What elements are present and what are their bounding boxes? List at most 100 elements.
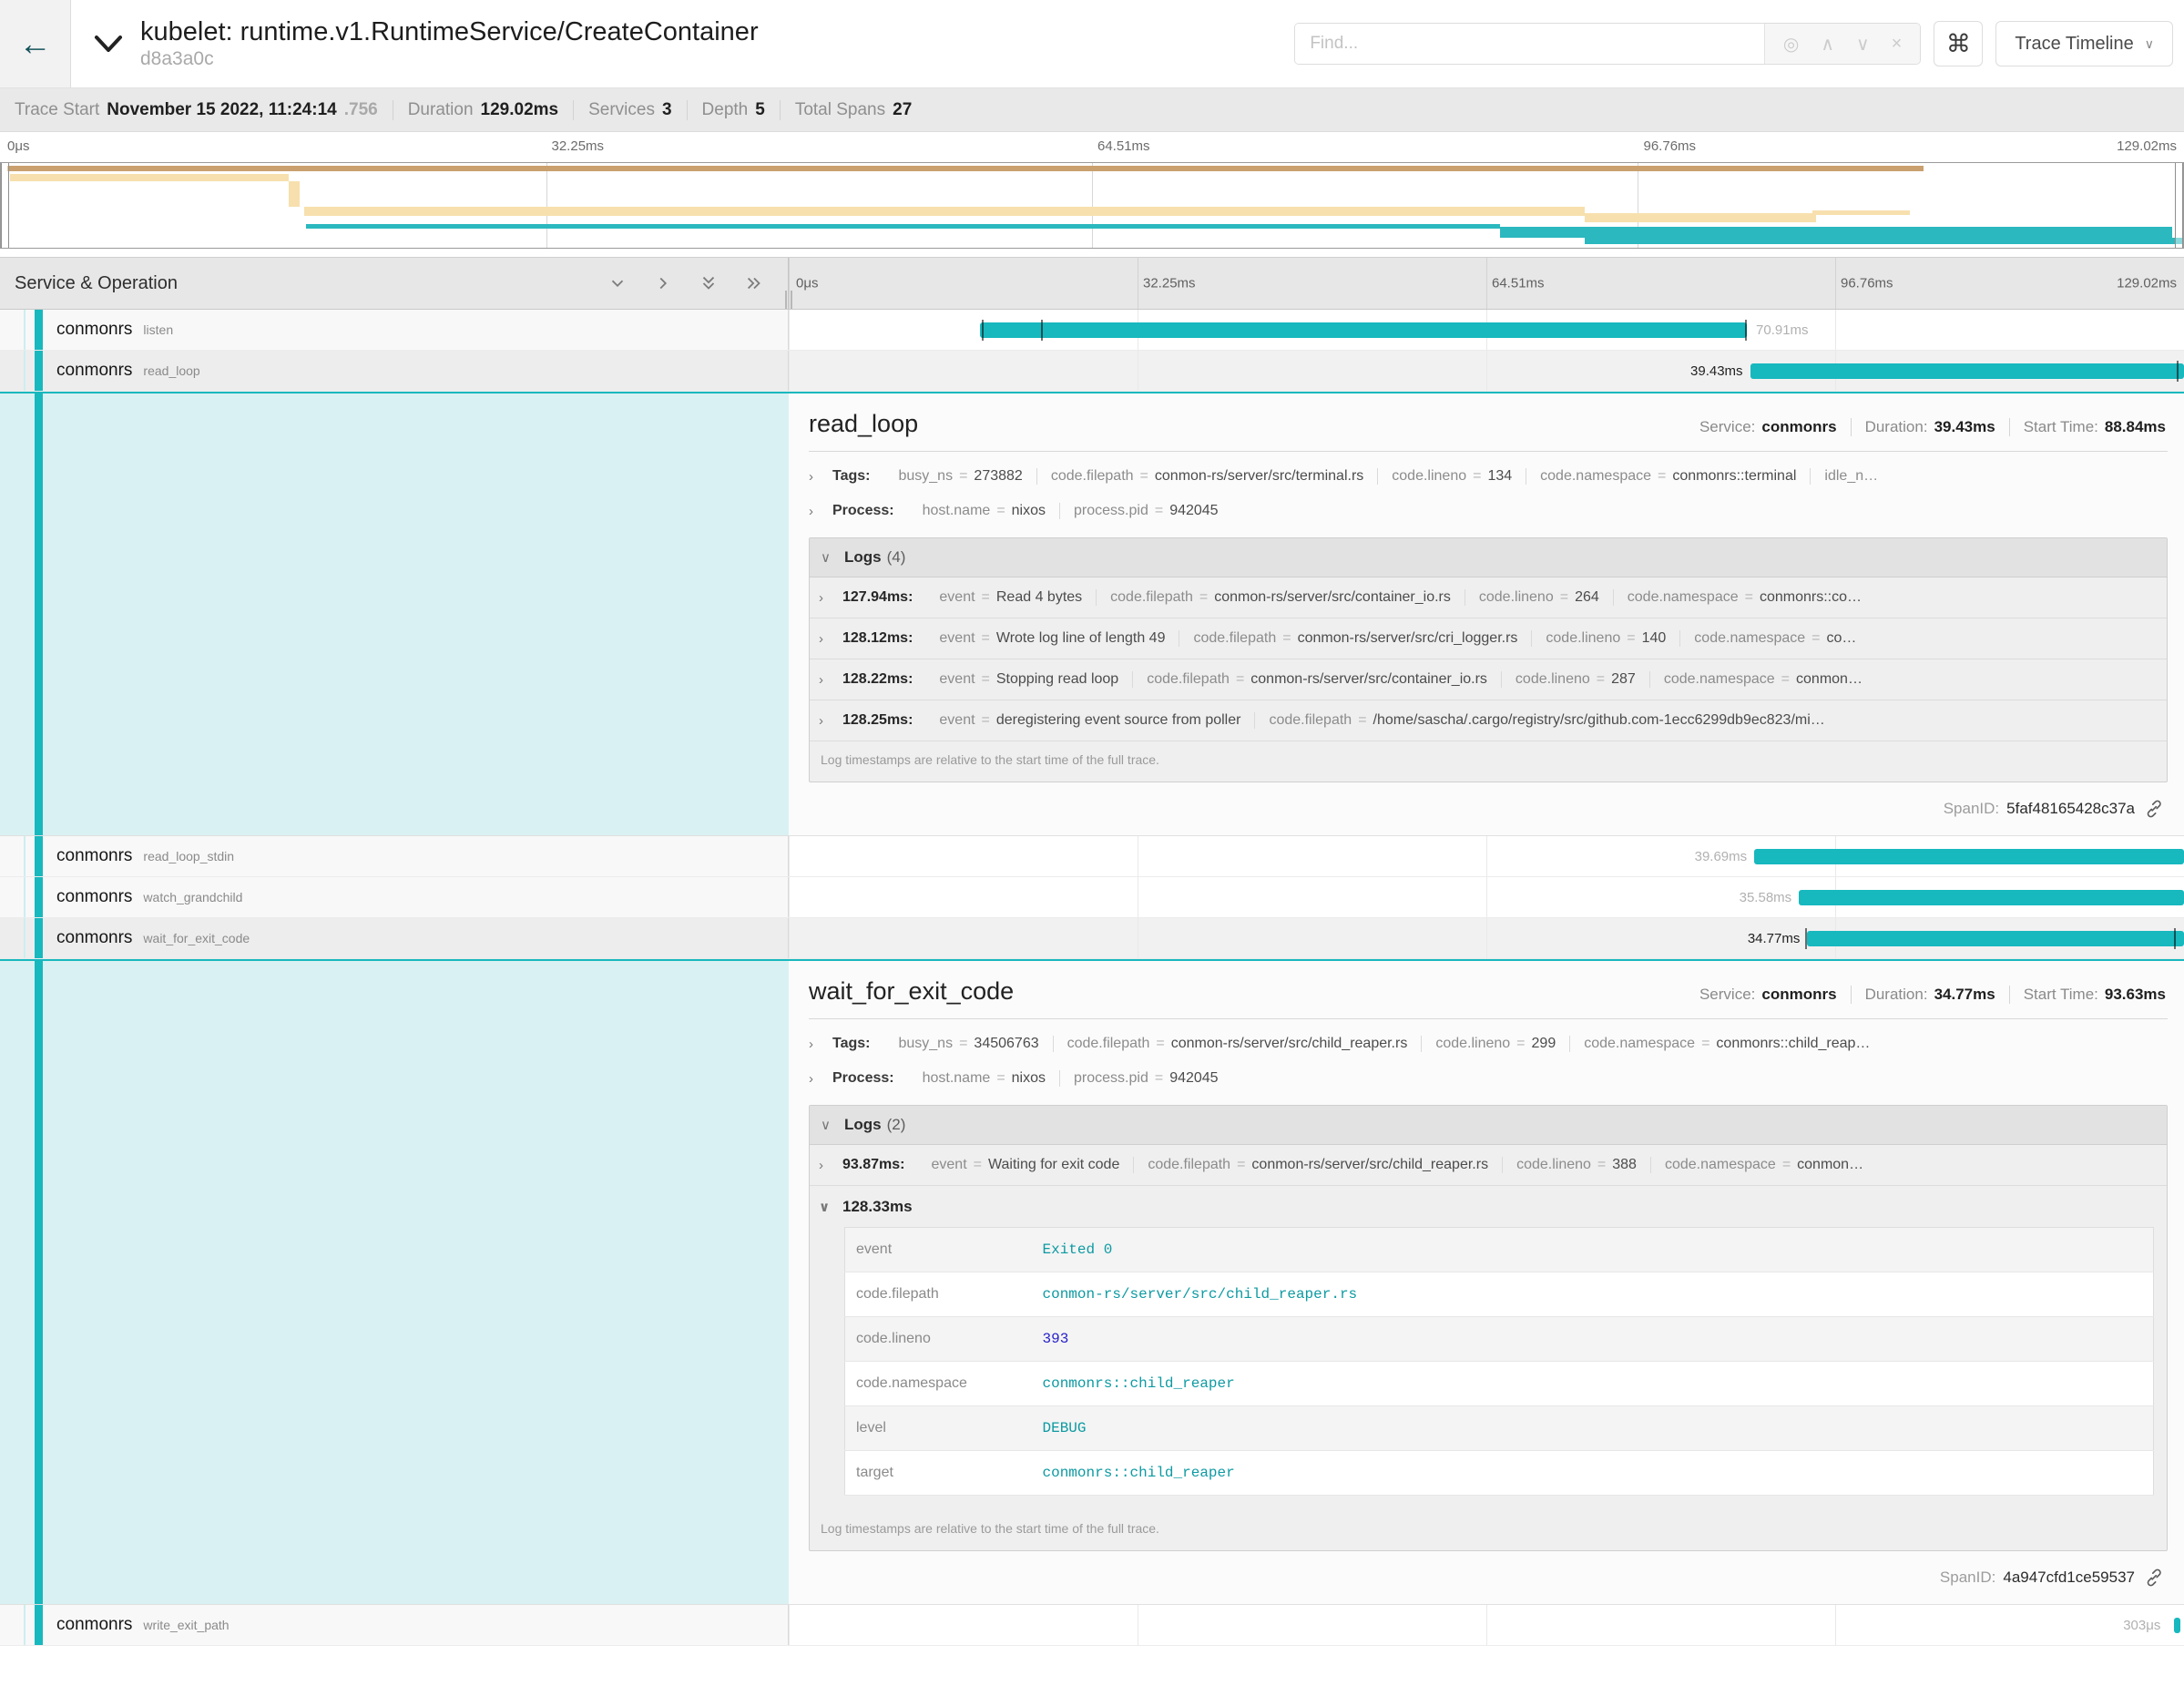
log-row[interactable]: › 128.22ms: event=Stopping read loopcode… — [810, 659, 2167, 700]
view-options-dropdown[interactable]: Trace Timeline ∨ — [1995, 21, 2173, 66]
process-chip: host.name=nixos — [909, 1070, 1060, 1087]
caret-down-icon: ∨ — [819, 1199, 842, 1215]
trace-title-collapse-toggle[interactable] — [93, 33, 124, 55]
expand-all-icon[interactable] — [744, 273, 764, 293]
span-row-read-loop-stdin[interactable]: conmonrs read_loop_stdin 39.69ms — [0, 836, 2184, 877]
expanded-log-header[interactable]: ∨ 128.33ms — [810, 1186, 2167, 1225]
logs-header[interactable]: ∨ Logs (2) — [810, 1106, 2167, 1145]
locate-icon[interactable]: ◎ — [1783, 33, 1799, 56]
summary-item: Services 3 — [574, 100, 687, 120]
span-row-wait-for-exit-code[interactable]: conmonrs wait_for_exit_code 34.77ms — [0, 918, 2184, 959]
span-row-watch-grandchild[interactable]: conmonrs watch_grandchild 35.58ms — [0, 877, 2184, 918]
span-row-write-exit-path[interactable]: conmonrs write_exit_path 303μs — [0, 1605, 2184, 1646]
log-field-key: code.filepath — [845, 1272, 1032, 1317]
process-chip: process.pid=942045 — [1060, 1070, 1232, 1087]
log-chip: code.filepath=conmon-rs/server/src/conta… — [1097, 589, 1465, 606]
meta-item: Service:conmonrs — [1686, 418, 1852, 436]
link-icon[interactable] — [2144, 799, 2164, 819]
log-chip: code.namespace=conmon… — [1651, 1157, 1877, 1173]
meta-label: Service: — [1699, 418, 1755, 436]
command-icon: ⌘ — [1946, 30, 1971, 58]
log-field-value: 393 — [1032, 1317, 2154, 1362]
log-row[interactable]: › 128.25ms: event=deregistering event so… — [810, 700, 2167, 741]
logs-note: Log timestamps are relative to the start… — [810, 741, 2167, 782]
spacer — [0, 249, 2184, 257]
summary-value: 5 — [755, 100, 765, 120]
log-field-value: DEBUG — [1032, 1406, 2154, 1451]
collapse-one-icon[interactable] — [607, 273, 628, 293]
meta-item: Duration:39.43ms — [1852, 418, 2010, 436]
log-chips: event=Wrote log line of length 49code.fi… — [925, 630, 1870, 647]
span-bar[interactable] — [1754, 849, 2184, 864]
caret-right-icon: › — [809, 1037, 832, 1052]
span-name-cell[interactable]: conmonrs write_exit_path — [0, 1605, 789, 1645]
log-chip: code.lineno=388 — [1503, 1157, 1651, 1173]
ruler-tick: 64.51ms — [1097, 138, 1150, 154]
log-row[interactable]: › 93.87ms: event=Waiting for exit codeco… — [810, 1145, 2167, 1186]
span-row-read-loop[interactable]: conmonrs read_loop 39.43ms — [0, 351, 2184, 392]
tags-row[interactable]: › Tags: busy_ns=273882code.filepath=conm… — [809, 459, 2168, 494]
collapse-controls — [607, 273, 764, 293]
chevron-down-icon — [93, 33, 124, 55]
find-next-icon[interactable]: ∨ — [1856, 33, 1870, 56]
span-color-accent — [35, 918, 43, 958]
span-row-listen[interactable]: conmonrs listen 70.91ms — [0, 310, 2184, 351]
back-button[interactable]: ← — [0, 0, 71, 87]
span-id-value: 5faf48165428c37a — [2006, 800, 2135, 818]
service-name: conmonrs — [56, 1615, 132, 1635]
span-timeline-cell[interactable]: 35.58ms — [789, 877, 2184, 917]
trace-minimap[interactable] — [0, 162, 2184, 249]
ruler-tick: 0μs — [796, 276, 819, 291]
tags-row[interactable]: › Tags: busy_ns=34506763code.filepath=co… — [809, 1027, 2168, 1061]
log-marker-tick — [2174, 928, 2176, 949]
span-timeline-cell[interactable]: 39.69ms — [789, 836, 2184, 876]
ruler-tick: 32.25ms — [1143, 276, 1196, 291]
caret-right-icon: › — [819, 1158, 842, 1173]
link-icon[interactable] — [2144, 1568, 2164, 1588]
back-arrow-icon: ← — [19, 25, 52, 63]
span-name-cell[interactable]: conmonrs watch_grandchild — [0, 877, 789, 917]
process-row[interactable]: › Process: host.name=nixosprocess.pid=94… — [809, 1061, 2168, 1096]
log-row[interactable]: › 128.12ms: event=Wrote log line of leng… — [810, 618, 2167, 659]
find-controls: ◎ ∧ ∨ × — [1764, 24, 1920, 64]
minimap-right-handle[interactable] — [2175, 163, 2183, 248]
process-label: Process: — [832, 1070, 894, 1087]
log-row[interactable]: › 127.94ms: event=Read 4 bytescode.filep… — [810, 577, 2167, 618]
span-bar[interactable] — [1799, 890, 2184, 905]
span-bar[interactable] — [980, 322, 1748, 338]
minimap-span-bar — [306, 224, 1500, 229]
operation-name: wait_for_exit_code — [143, 931, 250, 945]
span-name-cell[interactable]: conmonrs read_loop — [0, 351, 789, 391]
indent-guide — [24, 310, 26, 350]
process-row[interactable]: › Process: host.name=nixosprocess.pid=94… — [809, 494, 2168, 528]
span-timeline-cell[interactable]: 39.43ms — [789, 351, 2184, 391]
expand-one-icon[interactable] — [653, 273, 673, 293]
span-bar[interactable] — [1807, 931, 2184, 946]
summary-label: Duration — [408, 100, 474, 120]
span-bar[interactable] — [2174, 1618, 2180, 1633]
minimap-span-bar — [7, 166, 1924, 171]
log-chips: event=Waiting for exit codecode.filepath… — [918, 1157, 1878, 1173]
process-chip: process.pid=942045 — [1060, 503, 1232, 519]
logs-section: ∨ Logs (4) › 127.94ms: event=Read 4 byte… — [809, 537, 2168, 782]
log-chip: code.namespace=conmon… — [1650, 671, 1876, 688]
log-field-value: conmonrs::child_reaper — [1032, 1362, 2154, 1406]
span-name-cell[interactable]: conmonrs read_loop_stdin — [0, 836, 789, 876]
span-timeline-cell[interactable]: 303μs — [789, 1605, 2184, 1645]
find-input[interactable] — [1295, 24, 1764, 64]
span-timeline-cell[interactable]: 34.77ms — [789, 918, 2184, 958]
span-bar[interactable] — [1750, 363, 2184, 379]
span-name-cell[interactable]: conmonrs listen — [0, 310, 789, 350]
logs-header[interactable]: ∨ Logs (4) — [810, 538, 2167, 577]
collapse-all-icon[interactable] — [699, 273, 719, 293]
span-color-accent — [35, 310, 43, 350]
minimap-span-bar — [1585, 213, 1816, 222]
find-prev-icon[interactable]: ∧ — [1821, 33, 1834, 56]
find-clear-icon[interactable]: × — [1892, 34, 1903, 55]
minimap-left-handle[interactable] — [1, 163, 9, 248]
keyboard-shortcuts-button[interactable]: ⌘ — [1934, 21, 1983, 66]
span-name-cell[interactable]: conmonrs wait_for_exit_code — [0, 918, 789, 958]
span-timeline-cell[interactable]: 70.91ms — [789, 310, 2184, 350]
log-field-value: conmon-rs/server/src/child_reaper.rs — [1032, 1272, 2154, 1317]
log-chips: event=Stopping read loopcode.filepath=co… — [925, 671, 1876, 688]
